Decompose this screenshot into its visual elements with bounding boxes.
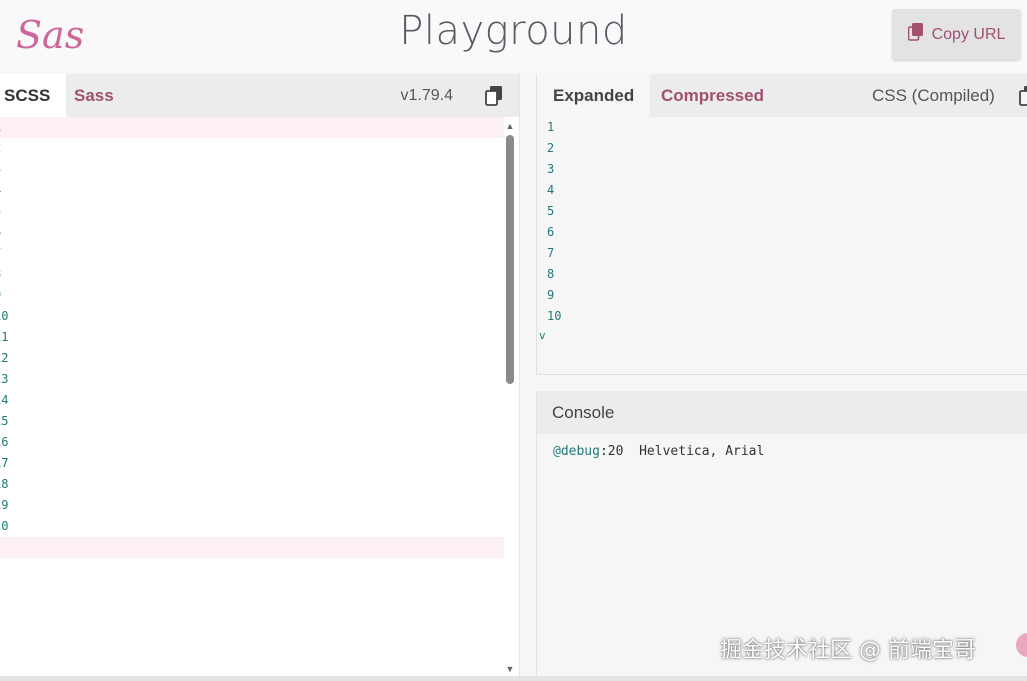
console-title: Console: [537, 391, 1027, 434]
line-number: 2: [0, 138, 14, 159]
scrollbar-thumb[interactable]: [506, 135, 514, 384]
line-number: 15: [0, 414, 9, 428]
line-number: 11: [0, 330, 9, 344]
debug-keyword: @debug: [553, 444, 600, 459]
line-number: 6: [547, 225, 555, 239]
line-number: 10: [547, 309, 562, 323]
scroll-down-icon[interactable]: ▼: [505, 664, 515, 674]
copy-url-label: Copy URL: [931, 25, 1006, 43]
scroll-up-icon[interactable]: ▲: [505, 121, 515, 131]
line-number: 1: [547, 120, 555, 134]
line-number: 2: [547, 141, 555, 155]
output-pane: Expanded Compressed CSS (Compiled) 1 2 3…: [536, 74, 1027, 375]
line-number: 9: [0, 285, 14, 306]
output-line-numbers: 1 2 3 4 5 6 7 8 9 10: [547, 117, 561, 327]
fold-marker[interactable]: v: [539, 329, 546, 342]
copy-icon[interactable]: [1019, 86, 1027, 106]
watermark: 掘金技术社区 @ 前端宝哥: [720, 638, 976, 663]
scss-editor[interactable]: 1 2 3 4 5 6 7 8 9 10 11 12 13 14 15 16 1…: [0, 117, 519, 676]
copy-icon: [907, 23, 924, 46]
tab-scss[interactable]: SCSS: [0, 74, 67, 117]
line-number: 4: [547, 183, 555, 197]
line-number: 5: [0, 201, 14, 222]
line-number: 10: [0, 309, 9, 323]
header: Sass Playground Copy URL: [0, 0, 1027, 72]
copy-icon[interactable]: [485, 86, 503, 106]
css-compiled-label: CSS (Compiled): [872, 86, 995, 105]
line-number: 13: [0, 372, 9, 386]
line-number: 12: [0, 351, 9, 365]
page-title: Playground: [399, 8, 628, 54]
line-number: 14: [0, 393, 9, 407]
line-highlight: [0, 537, 504, 558]
line-number: 4: [0, 180, 14, 201]
line-number: 8: [547, 267, 555, 281]
output-tabbar: Expanded Compressed CSS (Compiled): [537, 74, 1027, 117]
line-number: 16: [0, 435, 9, 449]
bottom-border: [0, 676, 1027, 681]
debug-location: :20: [599, 444, 624, 459]
tab-expanded[interactable]: Expanded: [537, 74, 651, 117]
active-line-highlight: [0, 117, 504, 138]
line-number: 9: [547, 288, 555, 302]
console-entry: @debug:20 Helvetica, Arial: [553, 444, 764, 459]
input-pane: SCSS Sass v1.79.4 1 2 3 4 5 6 7 8 9 10 1…: [0, 74, 520, 676]
line-number: 8: [0, 264, 14, 285]
line-number: 7: [547, 246, 555, 260]
copy-url-button[interactable]: Copy URL: [892, 9, 1021, 60]
tab-compressed[interactable]: Compressed: [645, 74, 780, 117]
line-number: 20: [0, 519, 9, 533]
line-number: 3: [547, 162, 555, 176]
debug-message: Helvetica, Arial: [639, 444, 765, 459]
line-number: 6: [0, 222, 14, 243]
line-number: 1: [0, 117, 14, 138]
editor-scrollbar[interactable]: ▲ ▼: [505, 117, 515, 676]
line-numbers: 1 2 3 4 5 6 7 8 9 10 11 12 13 14 15 16 1…: [0, 117, 14, 537]
line-number: 18: [0, 477, 9, 491]
input-tabbar: SCSS Sass v1.79.4: [0, 74, 519, 117]
version-label: v1.79.4: [400, 87, 453, 104]
line-number: 3: [0, 159, 14, 180]
line-number: 5: [547, 204, 555, 218]
tab-sass[interactable]: Sass: [58, 74, 130, 117]
line-number: 19: [0, 498, 9, 512]
line-number: 17: [0, 456, 9, 470]
line-number: 7: [0, 243, 14, 264]
